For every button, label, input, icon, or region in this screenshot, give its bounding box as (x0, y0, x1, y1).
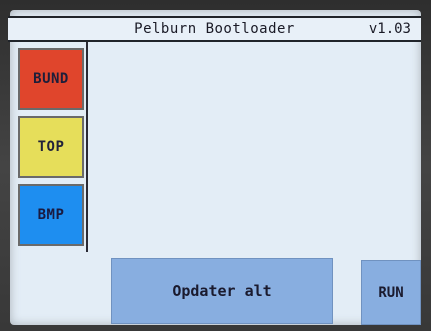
version-label: v1.03 (368, 21, 411, 37)
title-bar: Pelburn Bootloader v1.03 (8, 16, 421, 42)
bmp-button[interactable]: BMP (18, 184, 84, 246)
bund-button[interactable]: BUND (18, 48, 84, 110)
run-button[interactable]: RUN (361, 260, 421, 325)
sidebar-divider (86, 42, 88, 252)
update-all-button[interactable]: Opdater alt (111, 258, 333, 324)
app-title: Pelburn Bootloader (134, 21, 295, 37)
top-button[interactable]: TOP (18, 116, 84, 178)
